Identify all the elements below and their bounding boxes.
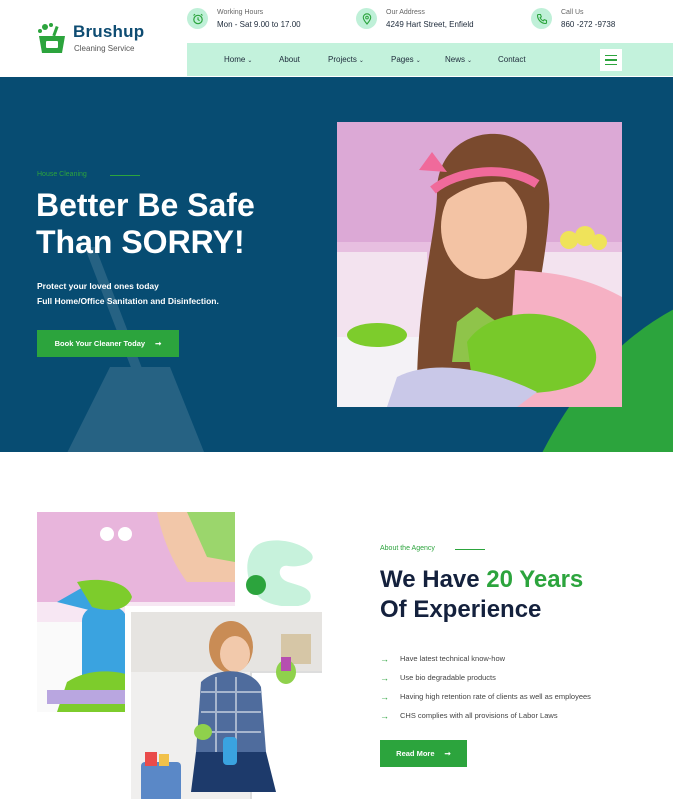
about-title-line-1: We Have 20 Years [380,565,650,595]
hero-title: Better Be Safe Than SORRY! [36,187,326,261]
about-title-highlight: 20 Years [486,566,584,593]
eyebrow-divider [455,549,485,550]
list-item-text: Having high retention rate of clients as… [400,692,591,701]
hero-title-line-1: Better Be Safe [36,187,255,223]
brand-logo[interactable]: Brushup Cleaning Service [36,20,156,60]
brand-name: Brushup [73,22,145,41]
arrow-right-icon: → [380,672,389,683]
alarm-clock-icon [187,8,208,29]
about-kitchen-photo [125,606,322,799]
hero-section: House Cleaning Better Be Safe Than SORRY… [0,77,673,452]
list-item: → Having high retention rate of clients a… [380,687,591,706]
feature-list: → Have latest technical know-how → Use bio… [380,649,591,725]
nav-item-label: Contact [498,55,526,64]
working-hours-label: Working Hours [217,9,264,16]
read-more-label: Read More [396,749,435,758]
eyebrow-divider [110,175,140,176]
arrow-right-icon: ➞ [444,749,451,758]
hero-desc-line-2: Full Home/Office Sanitation and Disinfec… [37,296,219,306]
about-title: We Have 20 Years Of Experience [380,565,650,625]
address-value: 4249 Hart Street, Enfield [386,20,474,29]
phone-info[interactable]: Call Us 860 -272 -9738 [531,8,671,36]
arrow-right-icon: → [380,653,389,664]
list-item-text: Have latest technical know-how [400,654,506,663]
phone-icon [531,8,552,29]
hero-description: Protect your loved ones today Full Home/… [37,279,219,309]
nav-item-news[interactable]: News ⌄ [445,55,472,64]
nav-item-home[interactable]: Home ⌄ [224,55,252,64]
kitchen-cleaning-illustration [131,612,322,799]
nav-item-label: About [279,55,300,64]
woman-cleaning-illustration [337,122,622,407]
address-label: Our Address [386,9,425,16]
menu-line [605,63,617,66]
list-item: → Have latest technical know-how [380,649,591,668]
phone-value[interactable]: 860 -272 -9738 [561,20,615,29]
address-info: Our Address 4249 Hart Street, Enfield [356,8,496,36]
menu-line [605,54,617,57]
nav-item-label: Projects [328,55,357,64]
phone-label: Call Us [561,9,584,16]
chevron-down-icon: ⌄ [358,58,364,64]
decorative-blob-shape [246,540,313,607]
hamburger-menu-button[interactable] [600,49,622,71]
arrow-right-icon: ➞ [155,339,162,348]
nav-item-projects[interactable]: Projects ⌄ [328,55,364,64]
hero-cleaning-photo [337,122,622,407]
working-hours-info: Working Hours Mon - Sat 9.00 to 17.00 [187,8,327,36]
main-nav: Home ⌄ About Projects ⌄ Pages ⌄ News ⌄ Conta… [187,43,673,76]
nav-item-about[interactable]: About [279,55,300,64]
nav-item-label: Home [224,55,246,64]
arrow-right-icon: → [380,710,389,721]
menu-line [605,59,617,61]
book-cleaner-label: Book Your Cleaner Today [54,339,146,348]
about-title-line-2: Of Experience [380,596,542,623]
chevron-down-icon: ⌄ [247,58,253,64]
nav-item-contact[interactable]: Contact [498,55,526,64]
book-cleaner-button[interactable]: Book Your Cleaner Today ➞ [37,330,179,357]
map-pin-icon [356,8,377,29]
arrow-right-icon: → [380,691,389,702]
nav-item-label: Pages [391,55,414,64]
about-title-prefix: We Have [380,566,487,593]
working-hours-value: Mon - Sat 9.00 to 17.00 [217,20,301,29]
list-item-text: Use bio degradable products [400,673,496,682]
list-item-text: CHS complies with all provisions of Labo… [400,711,558,720]
chevron-down-icon: ⌄ [415,58,421,64]
nav-item-label: News [445,55,466,64]
brand-tagline: Cleaning Service [74,44,135,53]
hero-desc-line-1: Protect your loved ones today [37,281,159,291]
bucket-logo-icon [38,23,65,53]
list-item: → Use bio degradable products [380,668,591,687]
list-item: → CHS complies with all provisions of Lab… [380,706,591,725]
hero-eyebrow: House Cleaning [37,171,87,178]
read-more-button[interactable]: Read More ➞ [380,740,467,767]
hero-title-line-2: Than SORRY! [36,224,245,260]
about-eyebrow: About the Agency [380,545,435,552]
chevron-down-icon: ⌄ [467,58,473,64]
site-header: Brushup Cleaning Service Working Hours M… [0,0,673,77]
nav-item-pages[interactable]: Pages ⌄ [391,55,421,64]
